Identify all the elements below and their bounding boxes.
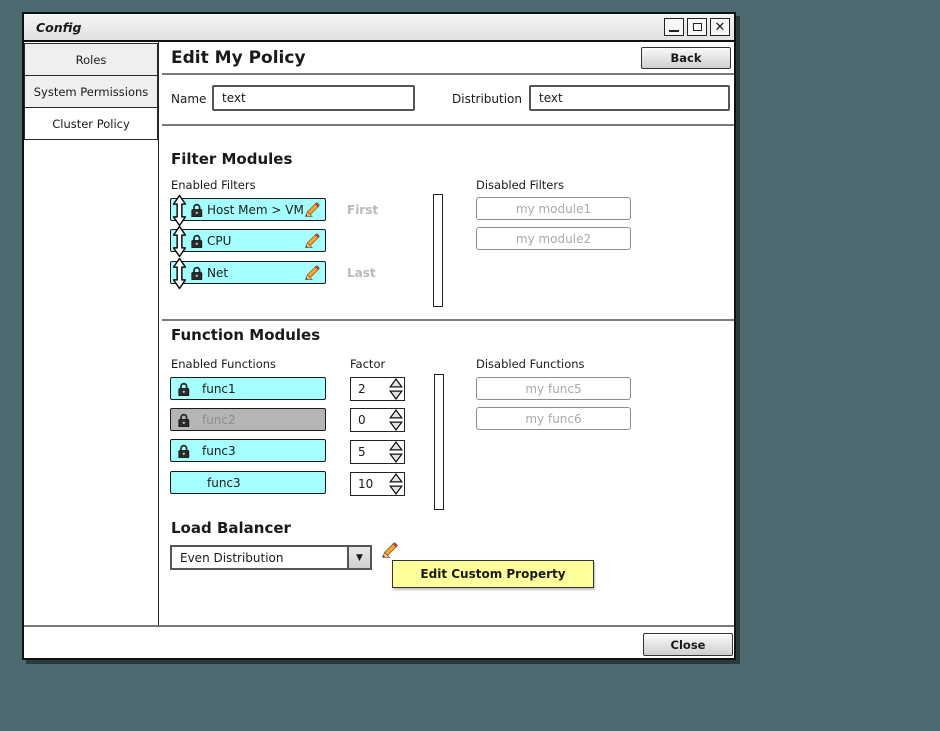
sidebar-item-cluster-policy[interactable]: Cluster Policy [24,107,158,140]
sidebar-item-roles[interactable]: Roles [24,43,158,76]
lock-icon [190,266,203,280]
disabled-function-item[interactable]: my func5 [476,377,631,400]
enabled-filter-row[interactable]: Net [170,257,326,290]
sidebar-item-label: Cluster Policy [52,116,130,131]
lock-icon [177,444,190,458]
factor-value[interactable]: 5 [351,445,388,459]
function-label: func1 [202,381,236,396]
factor-value[interactable]: 2 [351,382,388,396]
load-balancer-title: Load Balancer [171,519,291,537]
maximize-icon [692,23,702,31]
close-button[interactable]: Close [643,633,733,656]
sidebar-item-system-permissions[interactable]: System Permissions [24,75,158,108]
page-title: Edit My Policy [171,48,306,68]
function-label: func2 [202,412,236,427]
back-button[interactable]: Back [641,47,731,69]
function-modules-title: Function Modules [171,326,321,344]
enabled-filters-label: Enabled Filters [171,178,256,192]
first-label: First [347,203,379,217]
name-input[interactable]: text [212,85,415,111]
enabled-function-row[interactable]: func3 [170,471,326,494]
header-divider [162,73,734,75]
function-vertical-divider [434,374,444,510]
disabled-filter-item[interactable]: my module2 [476,227,631,250]
sidebar-item-label: System Permissions [33,84,149,99]
edit-pencil-icon[interactable] [304,202,320,218]
distribution-input[interactable]: text [529,85,730,111]
config-window: Config ✕ Roles System Permissions Cluste… [22,12,736,660]
edit-pencil-icon[interactable] [304,233,320,249]
load-balancer-dropdown[interactable]: Even Distribution ▼ [170,545,372,570]
minimize-icon [669,30,679,32]
factor-value[interactable]: 0 [351,413,388,427]
disabled-filter-item[interactable]: my module1 [476,197,631,220]
function-label: func3 [207,475,241,490]
spinner-arrows-icon[interactable] [388,409,404,431]
enabled-function-row[interactable]: func3 [170,439,326,462]
lock-icon [177,382,190,396]
enabled-function-row-disabled[interactable]: func2 [170,408,326,431]
disabled-function-item[interactable]: my func6 [476,407,631,430]
filter-label: Net [207,265,229,280]
disabled-filters-label: Disabled Filters [476,178,565,192]
edit-policy-panel: Edit My Policy Back Name text Distributi… [159,42,734,625]
window-controls: ✕ [664,18,730,36]
lock-icon [190,234,203,248]
disabled-functions-label: Disabled Functions [476,357,585,371]
drag-handle-icon[interactable] [172,257,187,290]
last-label: Last [347,266,376,280]
name-label: Name [171,92,207,106]
factor-spinner[interactable]: 0 [350,408,405,432]
spinner-arrows-icon[interactable] [388,441,404,463]
filter-label: Host Mem > VM [207,202,304,217]
filter-modules-title: Filter Modules [171,150,293,168]
lock-icon [190,203,203,217]
form-divider [162,124,734,126]
sidebar-item-label: Roles [75,52,107,67]
filter-label: CPU [207,233,232,248]
factor-spinner[interactable]: 10 [350,472,405,496]
sidebar: Roles System Permissions Cluster Policy [24,42,159,625]
distribution-label: Distribution [452,92,523,106]
factor-value[interactable]: 10 [351,477,388,491]
function-label: func3 [202,443,236,458]
section-divider [162,319,734,321]
edit-pencil-icon[interactable] [381,542,398,559]
enabled-filter-row[interactable]: CPU [170,225,326,258]
desktop: { "window": { "title": "Config" }, "wind… [0,0,940,731]
maximize-button[interactable] [687,18,707,36]
enabled-functions-label: Enabled Functions [171,357,277,371]
factor-label: Factor [350,357,386,371]
edit-pencil-icon[interactable] [304,265,320,281]
minimize-button[interactable] [664,18,684,36]
close-window-button[interactable]: ✕ [710,18,730,36]
dropdown-selected-value: Even Distribution [180,550,284,565]
drag-handle-icon[interactable] [172,225,187,258]
close-icon: ✕ [714,19,726,35]
window-title: Config [36,19,82,35]
filter-vertical-divider [433,194,443,307]
enabled-function-row[interactable]: func1 [170,377,326,400]
enabled-filter-row[interactable]: Host Mem > VM [170,194,326,227]
spinner-arrows-icon[interactable] [388,378,404,400]
factor-spinner[interactable]: 5 [350,440,405,464]
edit-custom-property-button[interactable]: Edit Custom Property [392,560,594,588]
spinner-arrows-icon[interactable] [388,473,404,495]
footer-bar: Close [24,625,734,658]
drag-handle-icon[interactable] [172,194,187,227]
lock-icon [177,413,190,427]
dropdown-arrow-icon[interactable]: ▼ [347,547,370,568]
titlebar[interactable]: Config ✕ [24,14,734,42]
factor-spinner[interactable]: 2 [350,377,405,401]
